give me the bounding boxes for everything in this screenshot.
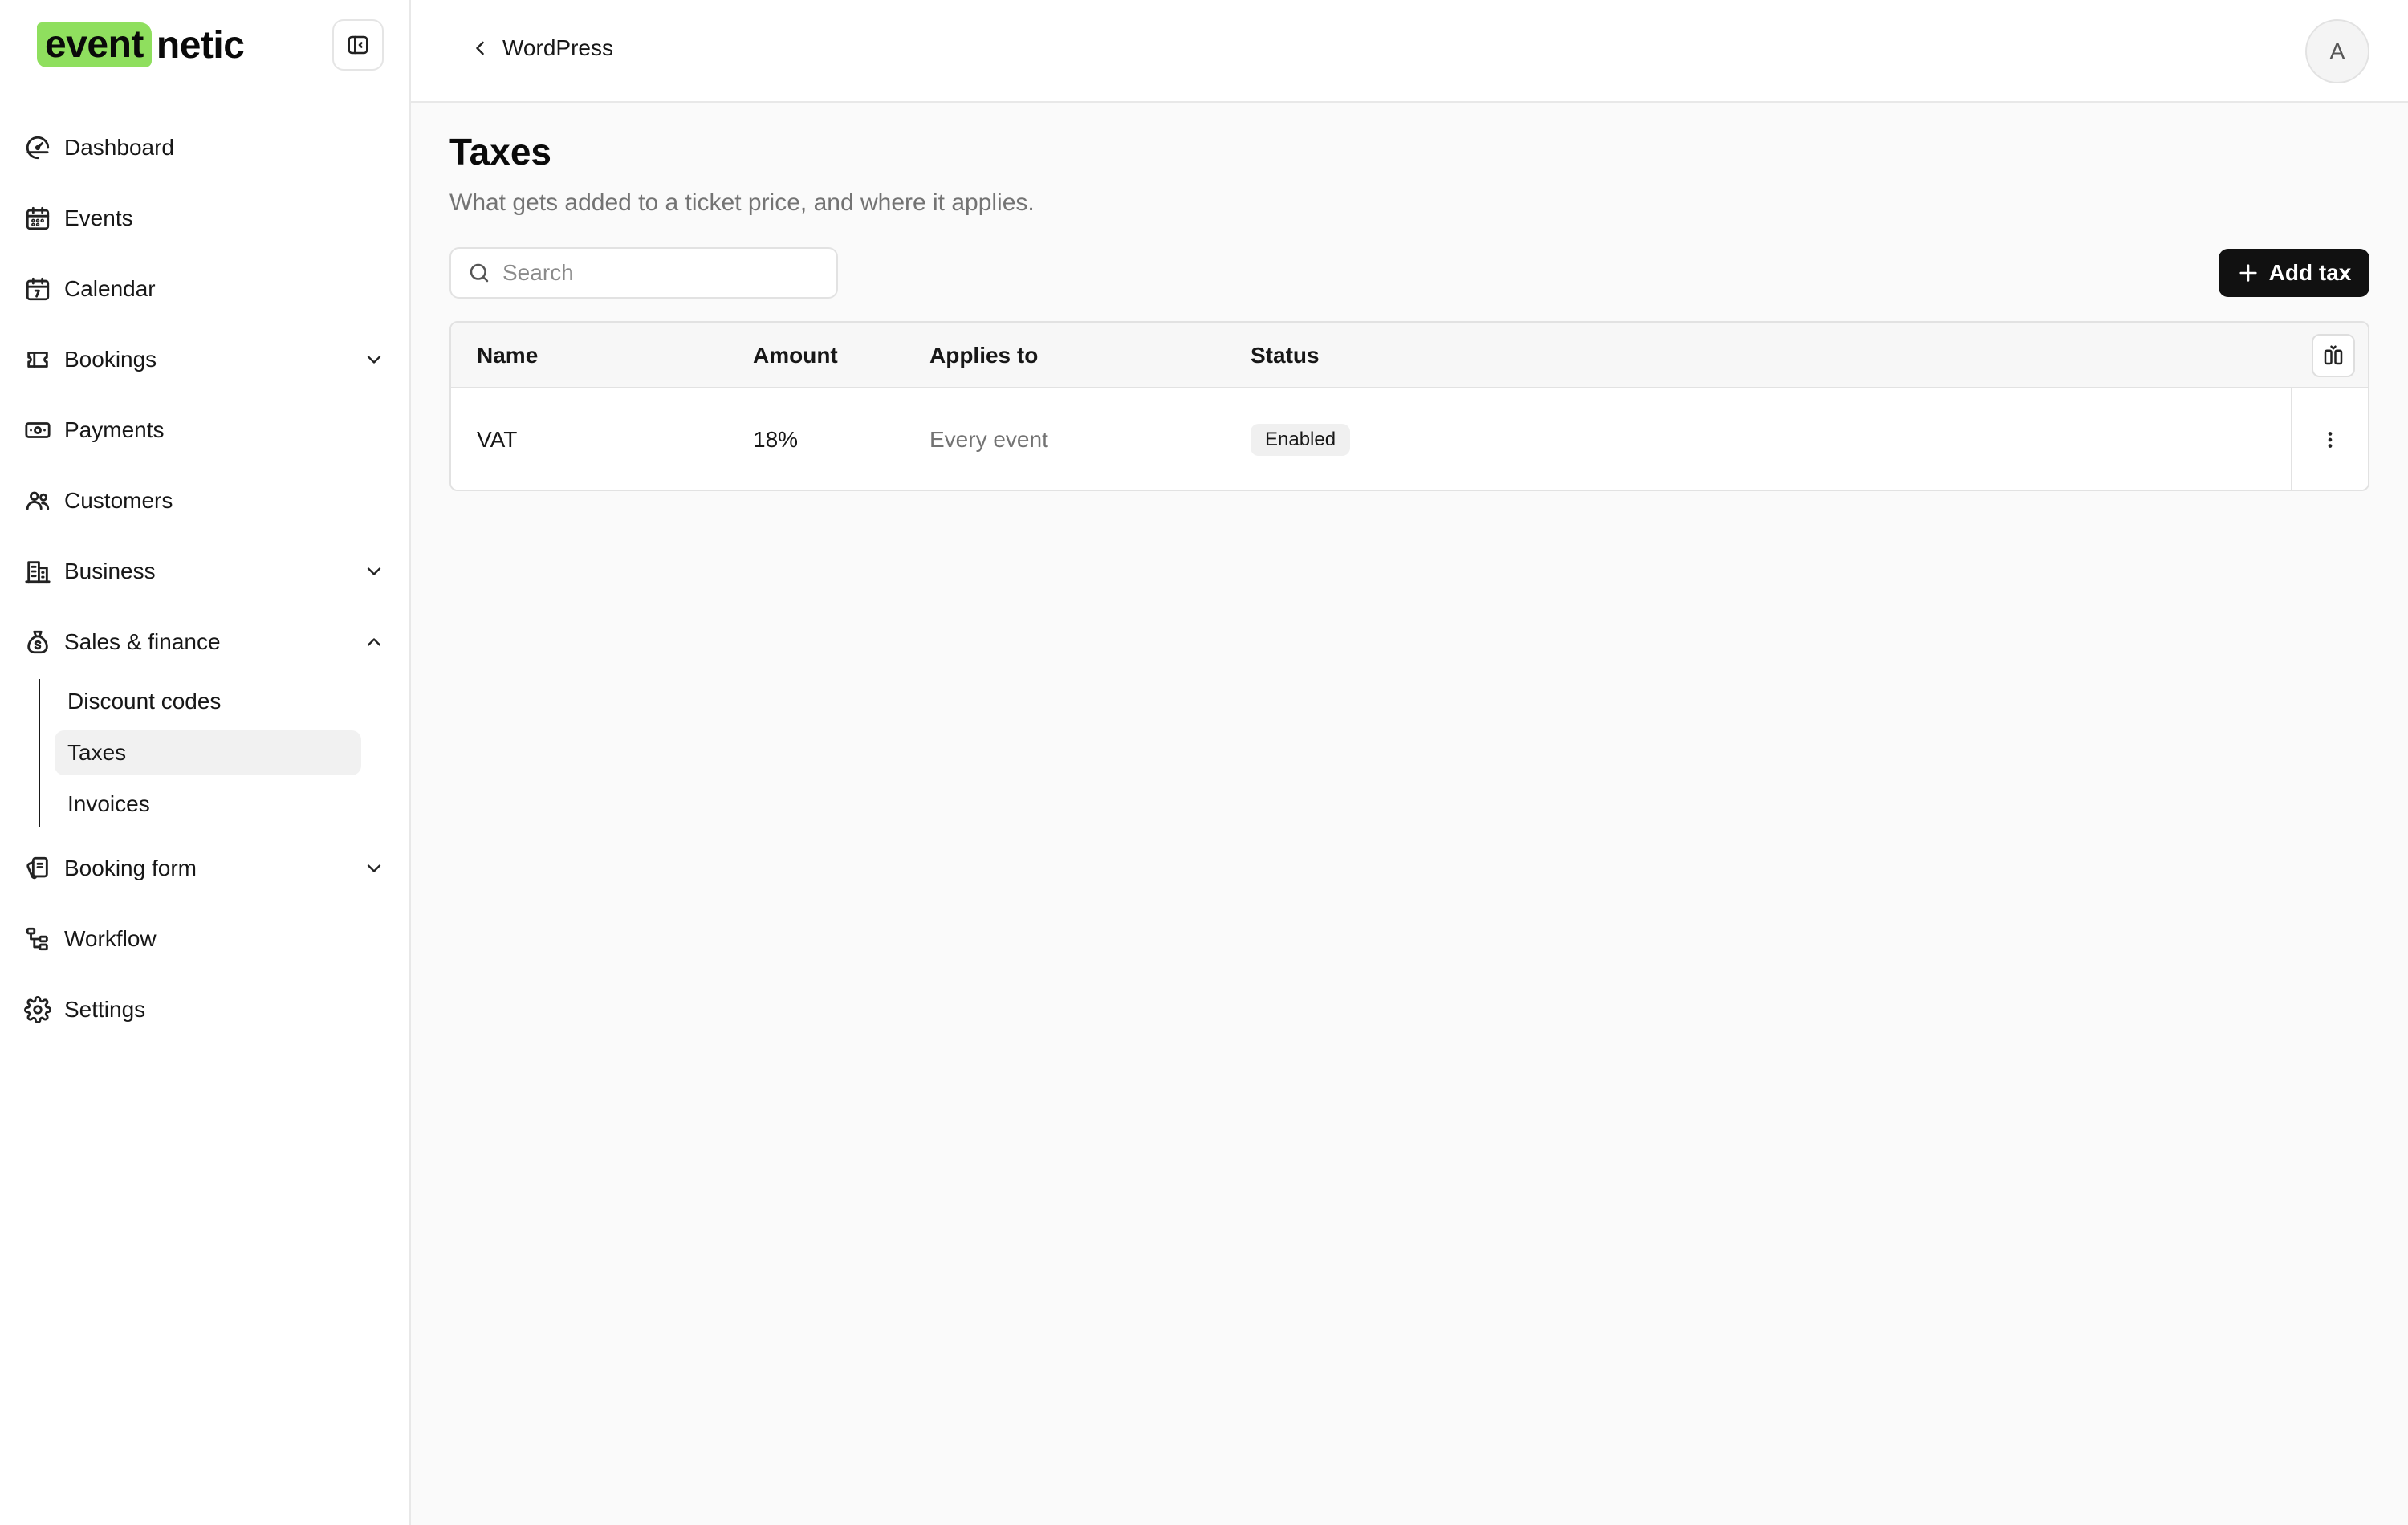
calendar-icon xyxy=(26,206,50,230)
sidebar-item-dashboard[interactable]: Dashboard xyxy=(0,112,409,183)
sidebar-toggle-icon xyxy=(348,35,368,55)
building-icon xyxy=(25,561,51,584)
chevron-down-icon xyxy=(367,567,381,575)
avatar[interactable]: A xyxy=(2305,19,2369,83)
sidebar: event netic Dashboard Events Calendar Bo… xyxy=(0,0,411,1525)
cell-name: VAT xyxy=(477,427,518,452)
taxes-table: Name Amount Applies to Status VAT 18% Ev… xyxy=(449,321,2369,491)
sidebar-item-calendar[interactable]: Calendar xyxy=(0,254,409,324)
back-link[interactable]: WordPress xyxy=(469,35,613,61)
sidebar-item-payments[interactable]: Payments xyxy=(0,395,409,466)
column-settings-button[interactable] xyxy=(2312,334,2355,377)
search-input[interactable] xyxy=(502,260,824,286)
cell-status: Enabled xyxy=(1251,388,1351,490)
sidebar-subitem-discount-codes[interactable]: Discount codes xyxy=(55,679,361,724)
sales-finance-submenu: Discount codes Taxes Invoices xyxy=(39,679,361,827)
page-title: Taxes xyxy=(449,131,552,173)
chevron-down-icon xyxy=(367,864,381,872)
columns-icon xyxy=(2324,345,2343,365)
sidebar-item-customers[interactable]: Customers xyxy=(0,466,409,536)
sidebar-item-business[interactable]: Business xyxy=(0,536,409,607)
back-link-label: WordPress xyxy=(502,35,613,60)
cell-amount: 18% xyxy=(753,427,799,452)
table-header: Name Amount Applies to Status xyxy=(451,323,2368,388)
ticket-icon xyxy=(27,352,48,368)
form-cards-icon xyxy=(26,856,48,880)
gauge-icon xyxy=(26,136,50,160)
users-icon xyxy=(26,491,50,510)
sidebar-item-settings[interactable]: Settings xyxy=(0,974,409,1045)
row-actions-button[interactable] xyxy=(2291,388,2368,490)
gear-icon xyxy=(24,996,51,1023)
sidebar-item-label: Business xyxy=(64,559,156,584)
brand-logo-word: netic xyxy=(156,23,245,67)
sidebar-item-label: Bookings xyxy=(64,347,157,372)
brand-logo[interactable]: event netic xyxy=(37,21,245,69)
chevron-down-icon xyxy=(367,356,381,364)
chevron-up-icon xyxy=(367,638,381,646)
money-bag-icon xyxy=(27,630,48,654)
add-tax-button-label: Add tax xyxy=(2268,260,2352,285)
sidebar-item-label: Settings xyxy=(64,997,146,1022)
sidebar-subitem-taxes[interactable]: Taxes xyxy=(55,730,361,775)
chevron-left-icon xyxy=(476,41,484,55)
workflow-icon xyxy=(26,927,48,951)
sidebar-item-label: Dashboard xyxy=(64,135,174,160)
more-vertical-icon xyxy=(2328,432,2333,448)
sidebar-item-label: Sales & finance xyxy=(64,629,221,654)
sidebar-item-label: Customers xyxy=(64,488,173,513)
cell-applies-to: Every event xyxy=(929,427,1048,452)
sidebar-item-label: Calendar xyxy=(64,276,156,301)
search-box xyxy=(449,247,838,299)
status-badge: Enabled xyxy=(1251,424,1351,456)
sidebar-item-label: Workflow xyxy=(64,926,157,951)
column-header-amount[interactable]: Amount xyxy=(753,323,838,388)
sidebar-item-events[interactable]: Events xyxy=(0,183,409,254)
sidebar-nav: Dashboard Events Calendar Bookings Payme… xyxy=(0,112,409,1045)
sidebar-item-label: Events xyxy=(64,205,133,230)
search-icon xyxy=(470,263,489,283)
add-tax-button[interactable]: Add tax xyxy=(2219,249,2369,297)
sidebar-item-bookings[interactable]: Bookings xyxy=(0,324,409,395)
brand-logo-mark: event xyxy=(37,22,152,67)
column-header-name[interactable]: Name xyxy=(477,323,538,388)
table-row[interactable]: VAT 18% Every event Enabled xyxy=(451,388,2368,490)
sidebar-item-booking-form[interactable]: Booking form xyxy=(0,833,409,904)
sidebar-toggle-button[interactable] xyxy=(332,19,384,71)
banknote-icon xyxy=(25,422,51,438)
plus-icon xyxy=(2239,264,2257,282)
column-header-applies-to[interactable]: Applies to xyxy=(929,323,1038,388)
sidebar-item-label: Payments xyxy=(64,417,165,442)
top-bar: WordPress A xyxy=(411,0,2408,103)
calendar-date-icon xyxy=(26,277,50,301)
column-header-status[interactable]: Status xyxy=(1251,323,1320,388)
sidebar-item-workflow[interactable]: Workflow xyxy=(0,904,409,974)
page-subtitle: What gets added to a ticket price, and w… xyxy=(449,189,1035,216)
sidebar-subitem-invoices[interactable]: Invoices xyxy=(55,782,361,827)
sidebar-item-sales-finance[interactable]: Sales & finance xyxy=(0,607,409,677)
sidebar-item-label: Booking form xyxy=(64,856,197,880)
